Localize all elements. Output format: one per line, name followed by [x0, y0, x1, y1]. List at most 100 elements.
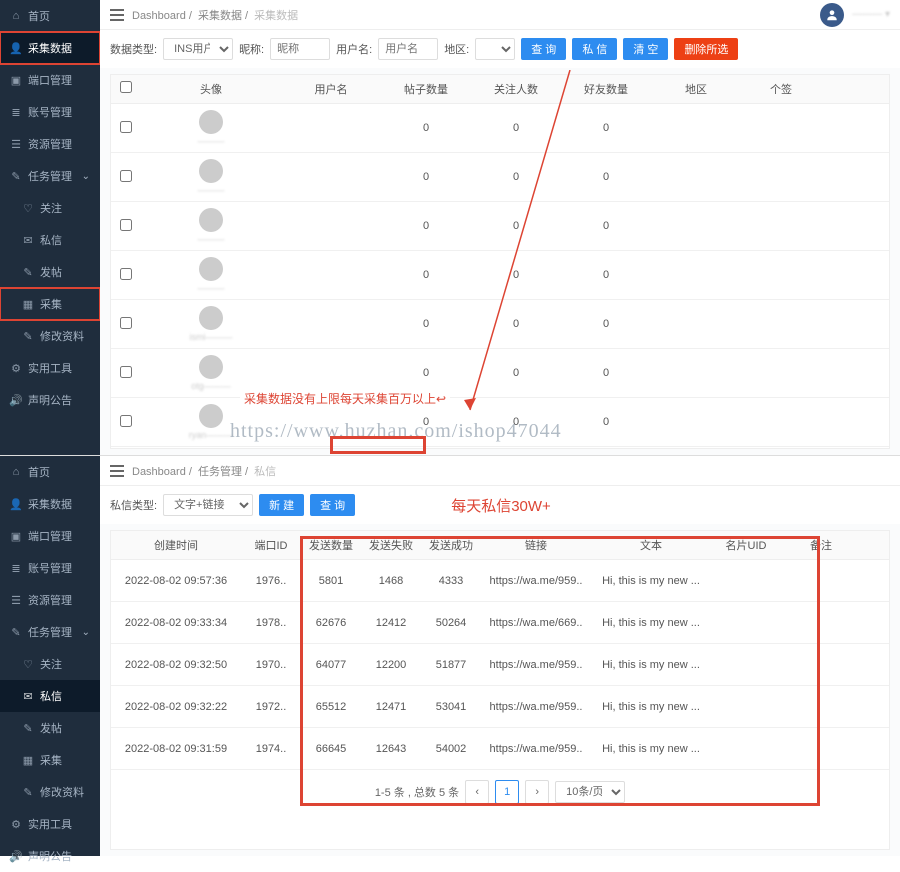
sidebar-item-端口管理[interactable]: ▣端口管理	[0, 520, 100, 552]
sidebar-item-实用工具[interactable]: ⚙实用工具	[0, 808, 100, 840]
sidebar-item-任务管理[interactable]: ✎任务管理⌄	[0, 616, 100, 648]
row-checkbox[interactable]	[120, 317, 132, 329]
time-cell: 2022-08-02 09:32:22	[111, 695, 241, 719]
row-checkbox[interactable]	[120, 121, 132, 133]
sidebar-item-账号管理[interactable]: ≣账号管理	[0, 552, 100, 584]
table-row: ——— 0 0 0	[111, 202, 889, 251]
followers-cell: 0	[471, 214, 561, 238]
sidebar-item-私信[interactable]: ✉私信	[0, 680, 100, 712]
search-button[interactable]: 查 询	[521, 38, 566, 60]
sidebar-item-label: 端口管理	[28, 528, 72, 544]
followers-cell: 0	[471, 361, 561, 385]
avatar-icon	[199, 110, 223, 134]
fail-cell: 1468	[361, 569, 421, 593]
sidebar-item-声明公告[interactable]: 🔊声明公告	[0, 384, 100, 416]
table-row: au——— 0 0 0	[111, 447, 889, 449]
fail-cell: 12471	[361, 695, 421, 719]
port-cell: 1976..	[241, 569, 301, 593]
sidebar-item-首页[interactable]: ⌂首页	[0, 456, 100, 488]
msg-icon: ✉	[22, 234, 34, 246]
sidebar-item-账号管理[interactable]: ≣账号管理	[0, 96, 100, 128]
search-button[interactable]: 查 询	[310, 494, 355, 516]
headline: 每天私信30W+	[451, 495, 551, 516]
ok-cell: 4333	[421, 569, 481, 593]
user-avatar[interactable]	[820, 3, 844, 27]
sidebar-item-发帖[interactable]: ✎发帖	[0, 712, 100, 744]
area-select[interactable]	[475, 38, 515, 60]
box-icon: ▦	[22, 298, 34, 310]
region-cell	[651, 122, 741, 134]
tool-icon: ⚙	[10, 362, 22, 374]
menu-toggle-icon[interactable]	[110, 9, 124, 21]
sidebar-item-实用工具[interactable]: ⚙实用工具	[0, 352, 100, 384]
task-icon: ✎	[10, 626, 22, 638]
sidebar-item-资源管理[interactable]: ☰资源管理	[0, 128, 100, 160]
user-input[interactable]	[378, 38, 438, 60]
clear-button[interactable]: 清 空	[623, 38, 668, 60]
user-name: ——— ▾	[852, 9, 890, 20]
col-avatar: 头像	[141, 75, 281, 103]
avatar-icon	[199, 208, 223, 232]
uid-cell	[711, 659, 781, 671]
username-cell	[281, 122, 381, 134]
sidebar-item-采集[interactable]: ▦ 采集	[0, 744, 100, 776]
box-icon: ▦	[22, 754, 34, 766]
home-icon: ⌂	[10, 10, 22, 22]
type-select[interactable]: INS用户	[163, 38, 233, 60]
sidebar-item-label: 采集	[40, 752, 62, 768]
sidebar-item-采集[interactable]: ▦采集	[0, 288, 100, 320]
row-checkbox[interactable]	[120, 415, 132, 427]
sidebar-item-label: 实用工具	[28, 816, 72, 832]
sidebar-item-任务管理[interactable]: ✎任务管理⌄	[0, 160, 100, 192]
col-fail: 发送失败	[361, 531, 421, 559]
label-type: 私信类型:	[110, 497, 157, 513]
row-checkbox[interactable]	[120, 170, 132, 182]
sidebar-item-修改资料[interactable]: ✎修改资料	[0, 776, 100, 808]
text-cell: Hi, this is my new ...	[591, 569, 711, 593]
sidebar-item-修改资料[interactable]: ✎修改资料	[0, 320, 100, 352]
sidebar-item-端口管理[interactable]: ▣端口管理	[0, 64, 100, 96]
sidebar-item-私信[interactable]: ✉私信	[0, 224, 100, 256]
table-row: 2022-08-02 09:33:34 1978.. 62676 12412 5…	[111, 602, 889, 644]
pager-next[interactable]: ›	[525, 780, 549, 804]
sidebar-item-发帖[interactable]: ✎发帖	[0, 256, 100, 288]
delete-selected-button[interactable]: 删除所选	[674, 38, 738, 60]
table-row: ismi——— 0 0 0	[111, 300, 889, 349]
sidebar-item-采集数据[interactable]: 👤采集数据	[0, 488, 100, 520]
sidebar-item-关注[interactable]: ♡关注	[0, 192, 100, 224]
fail-cell: 12643	[361, 737, 421, 761]
pager-prev[interactable]: ‹	[465, 780, 489, 804]
row-checkbox[interactable]	[120, 219, 132, 231]
friends-cell: 0	[561, 263, 651, 287]
sidebar-item-采集数据[interactable]: 👤采集数据	[0, 32, 100, 64]
topbar: Dashboard/ 采集数据/ 采集数据 ——— ▾	[100, 0, 900, 30]
port-cell: 1978..	[241, 611, 301, 635]
nick-input[interactable]	[270, 38, 330, 60]
user-icon: 👤	[10, 42, 22, 54]
sidebar-item-label: 关注	[40, 656, 62, 672]
avatar-cell: ———	[141, 251, 281, 299]
post-icon: ✎	[22, 266, 34, 278]
row-checkbox[interactable]	[120, 268, 132, 280]
new-button[interactable]: 新 建	[259, 494, 304, 516]
uid-cell	[711, 743, 781, 755]
pager-size[interactable]: 10条/页	[555, 781, 625, 803]
sidebar-item-首页[interactable]: ⌂首页	[0, 0, 100, 32]
region-cell	[651, 318, 741, 330]
pager-page[interactable]: 1	[495, 780, 519, 804]
table-row: 2022-08-02 09:32:22 1972.. 65512 12471 5…	[111, 686, 889, 728]
link-cell: https://wa.me/669..	[481, 611, 591, 635]
time-cell: 2022-08-02 09:33:34	[111, 611, 241, 635]
menu-toggle-icon[interactable]	[110, 465, 124, 477]
dm-button[interactable]: 私 信	[572, 38, 617, 60]
select-all-checkbox[interactable]	[120, 81, 132, 93]
row-checkbox[interactable]	[120, 366, 132, 378]
sidebar-item-label: 账号管理	[28, 104, 72, 120]
followers-cell: 0	[471, 263, 561, 287]
heart-icon: ♡	[22, 658, 34, 670]
dm-type-select[interactable]: 文字+链接	[163, 494, 253, 516]
sidebar-item-资源管理[interactable]: ☰资源管理	[0, 584, 100, 616]
sidebar-item-声明公告[interactable]: 🔊声明公告	[0, 840, 100, 872]
col-posts: 帖子数量	[381, 75, 471, 103]
sidebar-item-关注[interactable]: ♡ 关注	[0, 648, 100, 680]
